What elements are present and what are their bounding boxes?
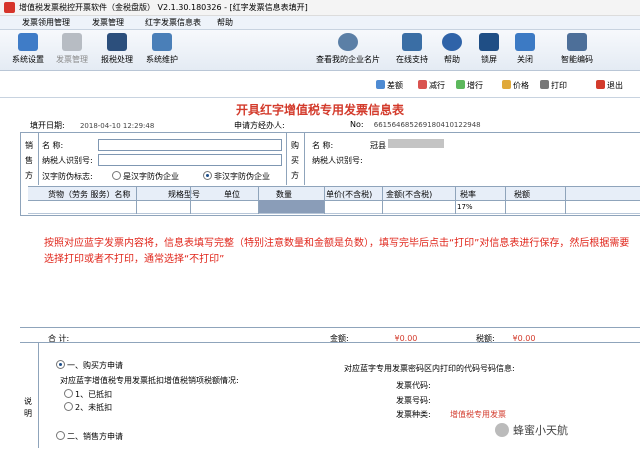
menu-bar: 发票领用管理 发票管理 红字发票信息表 帮助 (0, 16, 640, 30)
col-amount: 金额(不含税) (386, 190, 433, 199)
menu-invoice-receive[interactable]: 发票领用管理 (22, 17, 70, 28)
gear-icon (18, 33, 38, 51)
seller-tax-id-input[interactable] (98, 154, 282, 166)
seller-name-label: 名 称: (42, 141, 64, 150)
blue-invoice-info-title: 对应蓝字专用发票密码区内打印的代码号码信息: (344, 364, 515, 373)
system-maintain-button[interactable]: 系统维护 (140, 33, 184, 65)
anti-fake-no-radio[interactable] (203, 171, 212, 180)
tax-rate-cell[interactable]: 17% (457, 203, 473, 211)
buyer-side-label: 购买方 (291, 141, 299, 180)
app-icon (4, 2, 15, 13)
smart-code-button[interactable]: 智能编码 (552, 33, 602, 65)
print-button[interactable]: 打印 (540, 80, 567, 91)
menu-invoice-manage[interactable]: 发票管理 (92, 17, 124, 28)
invoice-type-value: 增值税专用发票 (450, 410, 506, 419)
instruction-note: 按照对应蓝字发票内容将，信息表填写完整（特别注意数量和金额是负数），填写完毕后点… (44, 238, 630, 265)
form-number: No: 661564685269180410122948 (350, 120, 481, 129)
anti-fake-yes-label: 是汉字防伪企业 (123, 172, 179, 181)
minus-icon (418, 80, 427, 89)
invoice-number-label: 发票号码: (396, 396, 431, 405)
redacted-area (388, 139, 444, 148)
printer-icon (540, 80, 549, 89)
buyer-apply-radio[interactable] (56, 360, 65, 369)
deduction-question: 对应蓝字增值税专用发票抵扣增值税销项税额情况: (60, 376, 239, 385)
monitor-icon (107, 33, 127, 51)
add-row-button[interactable]: 增行 (456, 80, 483, 91)
tax-report-button[interactable]: 报税处理 (95, 33, 139, 65)
remove-row-button[interactable]: 减行 (418, 80, 445, 91)
col-quantity: 数量 (276, 190, 292, 199)
title-bar: 增值税发票税控开票软件（金税盘版） V2.1.30.180326 - [红字发票… (0, 0, 640, 16)
col-tax-amount: 税额 (514, 190, 530, 199)
plus-icon (456, 80, 465, 89)
seller-name-input[interactable] (98, 139, 282, 151)
col-unit: 单位 (224, 190, 240, 199)
system-settings-button[interactable]: 系统设置 (6, 33, 50, 65)
deducted-radio[interactable] (64, 389, 73, 398)
col-unit-price: 单价(不含税) (326, 190, 373, 199)
window-title: 增值税发票税控开票软件（金税盘版） V2.1.30.180326 - [红字发票… (19, 3, 308, 12)
company-card-button[interactable]: 查看我的企业名片 (312, 33, 384, 65)
form-title: 开具红字增值税专用发票信息表 (235, 103, 404, 117)
goods-row[interactable]: 17% (28, 200, 640, 214)
exit-button[interactable]: 退出 (596, 80, 623, 91)
buyer-name-label: 名 称: (312, 141, 334, 150)
wechat-logo-icon (495, 423, 509, 437)
seller-apply-radio[interactable] (56, 431, 65, 440)
invoice-code-label: 发票代码: (396, 381, 431, 390)
quantity-cell-selected[interactable] (258, 200, 324, 213)
exit-icon (596, 80, 605, 89)
not-deducted-radio[interactable] (64, 402, 73, 411)
help-icon (442, 33, 462, 51)
explanation-label: 说明 (24, 397, 32, 418)
col-spec: 规格型号 (168, 190, 200, 199)
applicant-label: 申请方经办人: (234, 121, 285, 130)
code-icon (567, 33, 587, 51)
anti-fake-label: 汉字防伪标志: (42, 172, 93, 181)
invoice-icon (62, 33, 82, 51)
col-goods-name: 货物（劳务 服务）名称 (48, 190, 131, 199)
difference-icon (376, 80, 385, 89)
anti-fake-yes-radio[interactable] (112, 171, 121, 180)
seller-side-label: 销售方 (25, 141, 33, 180)
difference-button[interactable]: 差额 (376, 80, 403, 91)
buyer-name-value[interactable]: 冠县 (370, 140, 386, 151)
not-deducted-label: 2、未抵扣 (75, 403, 113, 412)
anti-fake-no-label: 非汉字防伪企业 (214, 172, 270, 181)
main-toolbar: 系统设置 发票管理 报税处理 系统维护 查看我的企业名片 在线支持 帮助 锁屏 … (0, 30, 640, 71)
invoice-type-label: 发票种类: (396, 410, 431, 419)
seller-tax-id-label: 纳税人识别号: (42, 156, 93, 165)
fill-date: 填开日期: 2018-04-10 12:29:48 (30, 121, 155, 130)
deducted-label: 1、已抵扣 (75, 390, 113, 399)
lock-screen-icon (479, 33, 499, 51)
back-arrow-icon (515, 33, 535, 51)
menu-red-info-table[interactable]: 红字发票信息表 (145, 17, 201, 28)
buyer-tax-id-label: 纳税人识别号: (312, 156, 363, 165)
watermark: 蜂蜜小天航 (495, 422, 568, 438)
menu-help[interactable]: 帮助 (217, 17, 233, 28)
online-support-button[interactable]: 在线支持 (390, 33, 434, 65)
magnifier-icon (338, 33, 358, 51)
col-tax-rate: 税率 (460, 190, 476, 199)
buyer-apply-label: 一、购买方申请 (67, 361, 123, 370)
seller-apply-label: 二、销售方申请 (67, 432, 123, 441)
toolbox-icon (152, 33, 172, 51)
form-toolbar: 差额 减行 增行 价格 打印 退出 (0, 72, 640, 98)
invoice-manage-button[interactable]: 发票管理 (50, 33, 94, 65)
goods-grid-header: 货物（劳务 服务）名称 规格型号 单位 数量 单价(不含税) 金额(不含税) 税… (28, 186, 640, 201)
close-button[interactable]: 关闭 (503, 33, 547, 65)
phone-icon (402, 33, 422, 51)
price-icon (502, 80, 511, 89)
price-button[interactable]: 价格 (502, 80, 529, 91)
